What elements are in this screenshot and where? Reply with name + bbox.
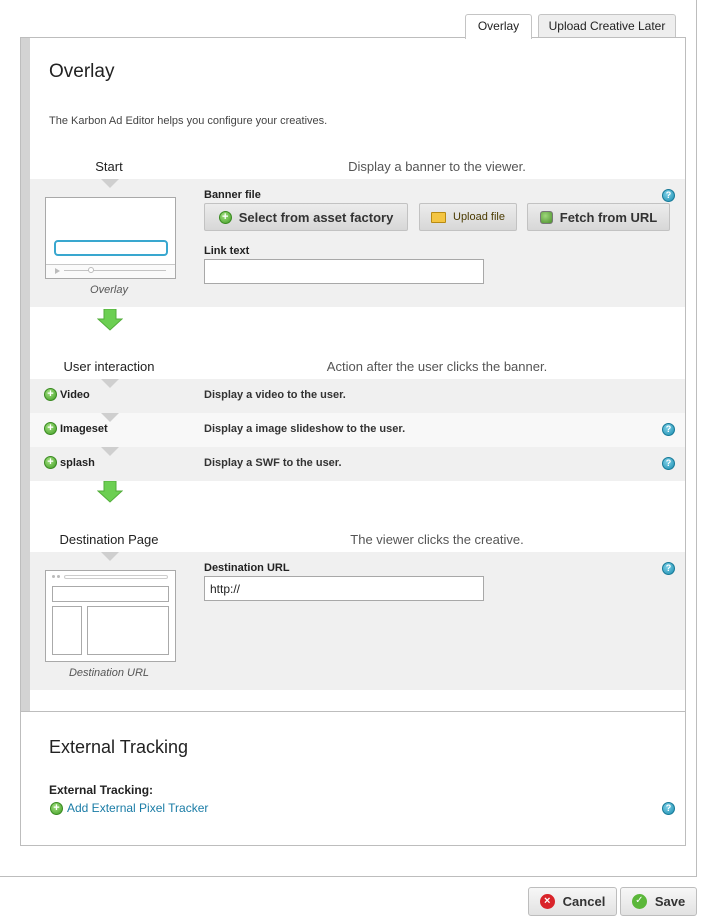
add-pixel-tracker-label: Add External Pixel Tracker (67, 801, 209, 815)
start-pointer (101, 179, 119, 188)
add-pixel-tracker-link[interactable]: + Add External Pixel Tracker (50, 801, 208, 815)
destination-url-input[interactable] (204, 576, 484, 601)
save-label: Save (654, 894, 686, 909)
footer-divider (0, 876, 697, 877)
checkmark-icon: ✓ (631, 894, 647, 909)
overlay-intro: The Karbon Ad Editor helps you configure… (49, 115, 328, 127)
plus-icon: + (44, 456, 57, 469)
video-desc: Display a video to the user. (204, 389, 346, 401)
overlay-thumb-caption: Overlay (90, 284, 128, 296)
down-arrow-icon (97, 309, 123, 331)
tracking-title: External Tracking (49, 737, 189, 757)
splash-label: splash (60, 456, 95, 469)
interaction-row (30, 447, 685, 481)
folder-icon (431, 211, 446, 223)
upload-file-button[interactable]: Upload file (419, 203, 517, 231)
select-asset-button[interactable]: + Select from asset factory (204, 203, 408, 231)
destination-url-label: Destination URL (204, 562, 290, 574)
plus-icon: + (218, 210, 232, 224)
destination-thumb-caption: Destination URL (68, 667, 150, 679)
add-splash-button[interactable]: + splash (44, 456, 95, 469)
fetch-url-button[interactable]: Fetch from URL (527, 203, 670, 231)
overlay-thumbnail (45, 197, 176, 279)
splash-help-icon[interactable]: ? (662, 457, 675, 470)
link-text-input[interactable] (204, 259, 484, 284)
banner-help-icon[interactable]: ? (662, 189, 675, 202)
step-destination-title: Destination Page (59, 532, 159, 547)
video-label: Video (60, 388, 90, 401)
step-destination-desc: The viewer clicks the creative. (350, 532, 524, 547)
destination-thumbnail (45, 570, 176, 662)
down-arrow-icon (97, 481, 123, 503)
destination-help-icon[interactable]: ? (662, 562, 675, 575)
plus-icon: + (50, 801, 63, 815)
upload-file-label: Upload file (453, 211, 505, 223)
add-video-button[interactable]: + Video (44, 388, 90, 401)
cancel-icon: × (539, 894, 555, 909)
step-start-title: Start (95, 159, 123, 174)
plus-icon: + (44, 388, 57, 401)
imageset-desc: Display a image slideshow to the user. (204, 423, 406, 435)
imageset-help-icon[interactable]: ? (662, 423, 675, 436)
globe-icon (539, 210, 553, 224)
save-button[interactable]: ✓ Save (620, 887, 697, 916)
banner-file-label: Banner file (204, 189, 261, 201)
fetch-url-label: Fetch from URL (559, 209, 658, 225)
section-divider (21, 711, 685, 712)
step-interaction-desc: Action after the user clicks the banner. (326, 359, 548, 374)
interaction-pointer (101, 379, 119, 388)
cancel-label: Cancel (562, 894, 606, 909)
tracking-label: External Tracking: (49, 783, 154, 797)
step-start-desc: Display a banner to the viewer. (348, 159, 526, 174)
imageset-label: Imageset (60, 422, 108, 435)
select-asset-label: Select from asset factory (238, 209, 394, 225)
tracking-help-icon[interactable]: ? (662, 802, 675, 815)
overlay-title: Overlay (49, 61, 115, 82)
main-panel: Overlay The Karbon Ad Editor helps you c… (20, 37, 686, 846)
tab-overlay[interactable]: Overlay (465, 14, 532, 39)
interaction-pointer (101, 447, 119, 456)
interaction-pointer (101, 413, 119, 422)
panel-left-bar (21, 38, 30, 711)
step-interaction-title: User interaction (63, 359, 155, 374)
interaction-row (30, 379, 685, 413)
splash-desc: Display a SWF to the user. (204, 457, 342, 469)
tab-upload-creative-later[interactable]: Upload Creative Later (538, 14, 676, 38)
link-text-label: Link text (204, 245, 250, 257)
add-imageset-button[interactable]: + Imageset (44, 422, 108, 435)
cancel-button[interactable]: × Cancel (528, 887, 617, 916)
frame-right-border (696, 0, 697, 877)
destination-pointer (101, 552, 119, 561)
plus-icon: + (44, 422, 57, 435)
